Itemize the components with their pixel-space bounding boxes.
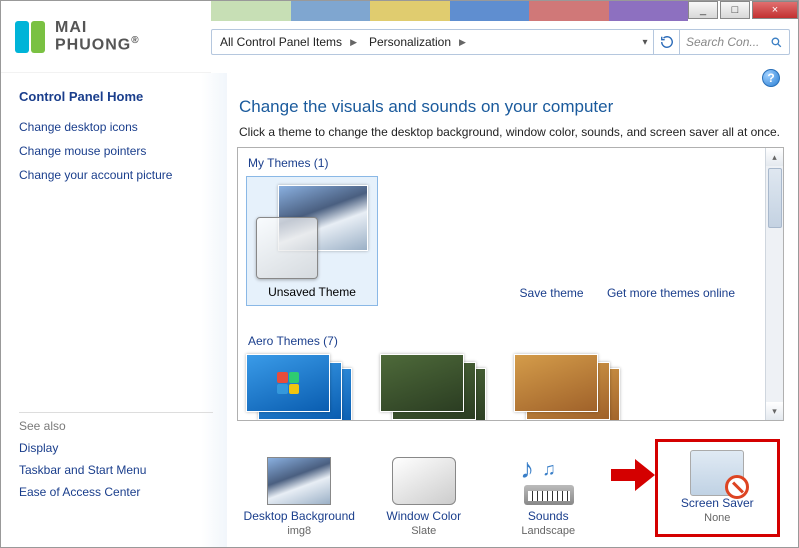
screen-saver-value: None — [666, 512, 769, 524]
window-controls: _ □ × — [688, 1, 798, 21]
window-color-value: Slate — [362, 525, 487, 537]
taskbar-start-menu-link[interactable]: Taskbar and Start Menu — [19, 463, 213, 477]
see-also-header: See also — [19, 412, 213, 433]
aero-theme-3[interactable] — [514, 354, 634, 420]
desktop-background-label: Desktop Background — [237, 509, 362, 523]
refresh-icon — [660, 35, 674, 49]
chevron-right-icon[interactable]: ▶ — [459, 37, 470, 48]
change-mouse-pointers-link[interactable]: Change mouse pointers — [19, 144, 213, 158]
address-dropdown-icon[interactable]: ▾ — [637, 37, 653, 48]
aero-theme-1[interactable] — [246, 354, 366, 420]
display-link[interactable]: Display — [19, 441, 213, 455]
close-button[interactable]: × — [752, 1, 798, 19]
sounds-value: Landscape — [486, 525, 611, 537]
page-subtitle: Click a theme to change the desktop back… — [239, 125, 784, 139]
screen-saver-option[interactable]: Screen Saver None — [655, 439, 780, 537]
maximize-button[interactable]: □ — [720, 1, 750, 19]
refresh-button[interactable] — [653, 30, 679, 54]
desktop-background-icon — [267, 457, 331, 505]
decorative-ribbon — [211, 1, 688, 23]
minimize-button[interactable]: _ — [688, 1, 718, 19]
control-panel-home-link[interactable]: Control Panel Home — [19, 89, 213, 104]
scroll-thumb[interactable] — [768, 168, 782, 228]
logo-line2: PHUONG® — [55, 36, 140, 53]
theme-unsaved[interactable]: Unsaved Theme — [246, 176, 378, 306]
page-title: Change the visuals and sounds on your co… — [239, 97, 784, 117]
aero-themes-label: Aero Themes (7) — [248, 334, 761, 348]
sidebar: Control Panel Home Change desktop icons … — [1, 73, 227, 547]
aero-theme-2[interactable] — [380, 354, 500, 420]
window-color-label: Window Color — [362, 509, 487, 523]
window-color-icon — [392, 457, 456, 505]
scroll-up-icon[interactable]: ▴ — [766, 148, 783, 166]
sounds-label: Sounds — [486, 509, 611, 523]
breadcrumb-item-personalization[interactable]: Personalization — [361, 35, 459, 49]
sounds-icon: ♪♫ — [516, 457, 580, 505]
see-also-section: Display Taskbar and Start Menu Ease of A… — [19, 441, 213, 499]
chevron-right-icon[interactable]: ▶ — [350, 37, 361, 48]
desktop-background-option[interactable]: Desktop Background img8 — [237, 457, 362, 537]
personalization-window: _ □ × MAI PHUONG® All Control Panel Item… — [0, 0, 799, 548]
logo-text: MAI PHUONG® — [55, 20, 140, 53]
theme-thumbnail — [256, 185, 368, 279]
window-color-option[interactable]: Window Color Slate — [362, 457, 487, 537]
my-themes-label: My Themes (1) — [248, 156, 761, 170]
get-more-themes-link[interactable]: Get more themes online — [607, 286, 735, 300]
search-icon — [770, 36, 783, 49]
logo-mark-icon — [15, 21, 45, 53]
main-content: ? Change the visuals and sounds on your … — [227, 61, 790, 539]
help-button[interactable]: ? — [762, 69, 780, 87]
theme-links: Save theme Get more themes online — [500, 286, 735, 300]
annotation-arrow-icon — [611, 459, 655, 489]
vertical-scrollbar[interactable]: ▴ ▾ — [765, 148, 783, 420]
personalization-options: Desktop Background img8 Window Color Sla… — [237, 439, 780, 537]
search-placeholder: Search Con... — [686, 35, 759, 49]
address-bar[interactable]: All Control Panel Items ▶ Personalizatio… — [211, 29, 790, 55]
search-input[interactable]: Search Con... — [679, 30, 789, 54]
screen-saver-icon — [690, 450, 744, 496]
save-theme-link[interactable]: Save theme — [520, 286, 584, 300]
logo-line1: MAI — [55, 20, 140, 36]
screen-saver-label: Screen Saver — [666, 496, 769, 510]
breadcrumb-item-all[interactable]: All Control Panel Items — [212, 35, 350, 49]
change-account-picture-link[interactable]: Change your account picture — [19, 168, 213, 182]
change-desktop-icons-link[interactable]: Change desktop icons — [19, 120, 213, 134]
brand-logo: MAI PHUONG® — [1, 1, 211, 73]
themes-pane: My Themes (1) Unsaved Theme Save theme G… — [237, 147, 784, 421]
desktop-background-value: img8 — [237, 525, 362, 537]
ease-of-access-link[interactable]: Ease of Access Center — [19, 485, 213, 499]
scroll-down-icon[interactable]: ▾ — [766, 402, 783, 420]
sounds-option[interactable]: ♪♫ Sounds Landscape — [486, 457, 611, 537]
theme-label: Unsaved Theme — [251, 285, 373, 299]
